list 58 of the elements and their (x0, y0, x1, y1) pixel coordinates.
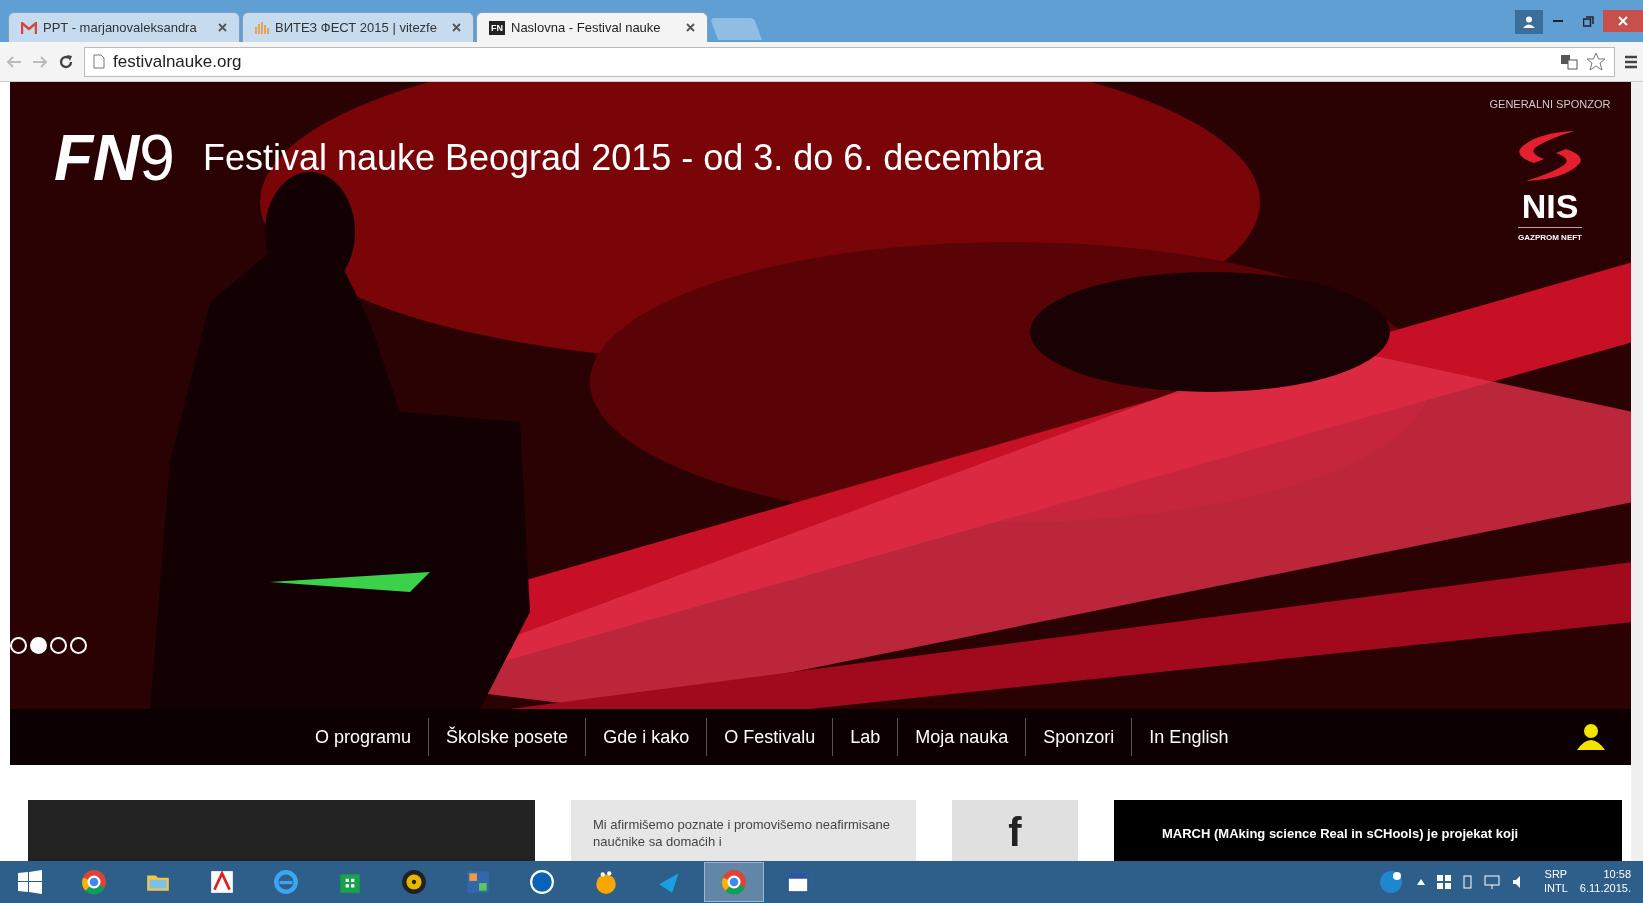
bars-icon (255, 21, 269, 34)
browser-icon (721, 869, 747, 895)
sponsor-name: NIS (1521, 188, 1579, 223)
nav-link[interactable]: In English (1132, 718, 1246, 756)
globe-icon (273, 869, 299, 895)
nav-link[interactable]: O programu (298, 718, 430, 756)
close-icon (1618, 16, 1628, 26)
sponsor-label: GENERALNI SPONZOR (1489, 97, 1611, 112)
document-icon (785, 869, 811, 895)
tray-arrow-icon[interactable] (1416, 879, 1425, 885)
social-card[interactable]: f (952, 800, 1078, 861)
nav-link[interactable]: Lab (833, 718, 899, 756)
card-text: MARCH (MAking science Real in sCHools) je projekat koji (1162, 825, 1520, 843)
profile-icon[interactable] (1515, 10, 1543, 34)
browser-tab[interactable]: FN Naslovna - Festival nauke (476, 12, 708, 42)
tab-title: Naslovna - Festival nauke (511, 18, 662, 37)
logo-text: FN (54, 126, 140, 190)
windows-tray-icon[interactable] (1436, 875, 1451, 889)
browser-tab[interactable]: ВИТЕЗ ФЕСТ 2015 | vitezfe (242, 12, 474, 42)
nav-link[interactable]: O Festivalu (707, 718, 834, 756)
clock[interactable]: 10:58 6.11.2015. (1579, 868, 1631, 896)
language-indicator[interactable]: SRP INTL (1543, 868, 1568, 896)
network-icon[interactable] (1483, 875, 1500, 889)
close-icon[interactable] (218, 23, 227, 32)
close-button[interactable] (1603, 10, 1643, 32)
start-icon[interactable] (18, 870, 42, 894)
close-icon[interactable] (686, 23, 695, 32)
url-text: festivalnauke.org (113, 50, 242, 73)
hero-title: Festival nauke Beograd 2015 - od 3. do 6. decembra (202, 136, 1044, 180)
nav-link[interactable]: Gde i kako (586, 718, 708, 756)
battery-icon[interactable] (1462, 875, 1472, 889)
bulb-icon (593, 869, 619, 895)
close-icon[interactable] (452, 23, 461, 32)
restore-icon (1582, 15, 1594, 27)
nav-link[interactable]: Sponzori (1026, 718, 1133, 756)
tab-title: ВИТЕЗ ФЕСТ 2015 | vitezfe (275, 18, 438, 37)
nav-link[interactable]: Školske posete (429, 718, 587, 756)
address-bar[interactable]: festivalnauke.org (84, 46, 1615, 77)
disc-icon (401, 869, 427, 895)
menu-icon[interactable] (1625, 54, 1637, 69)
browser-icon (81, 869, 107, 895)
user-icon[interactable] (1577, 724, 1605, 750)
nav-link[interactable]: Moja nauka (898, 718, 1027, 756)
bookmark-star-icon[interactable] (1586, 51, 1606, 72)
scrollbar[interactable] (1631, 82, 1643, 861)
reload-icon[interactable] (58, 53, 74, 70)
taskbar-app[interactable] (704, 862, 764, 902)
browser-tab[interactable]: PPT - marjanovaleksandra (8, 12, 240, 42)
mail-icon (21, 21, 37, 34)
translate-icon[interactable] (1560, 53, 1578, 70)
favicon: FN (489, 20, 505, 35)
sponsor-subtitle: GAZPROM NEFT (1518, 226, 1582, 244)
card-text: Mi afirmišemo poznate i promovišemo neafirmisane naučnike sa domaćih i (593, 816, 891, 850)
circle-logo-icon (529, 869, 555, 895)
tab-title: PPT - marjanovaleksandra (43, 18, 198, 37)
page-icon (93, 54, 105, 69)
puzzle-icon (465, 869, 491, 895)
pdf-icon (209, 869, 235, 895)
